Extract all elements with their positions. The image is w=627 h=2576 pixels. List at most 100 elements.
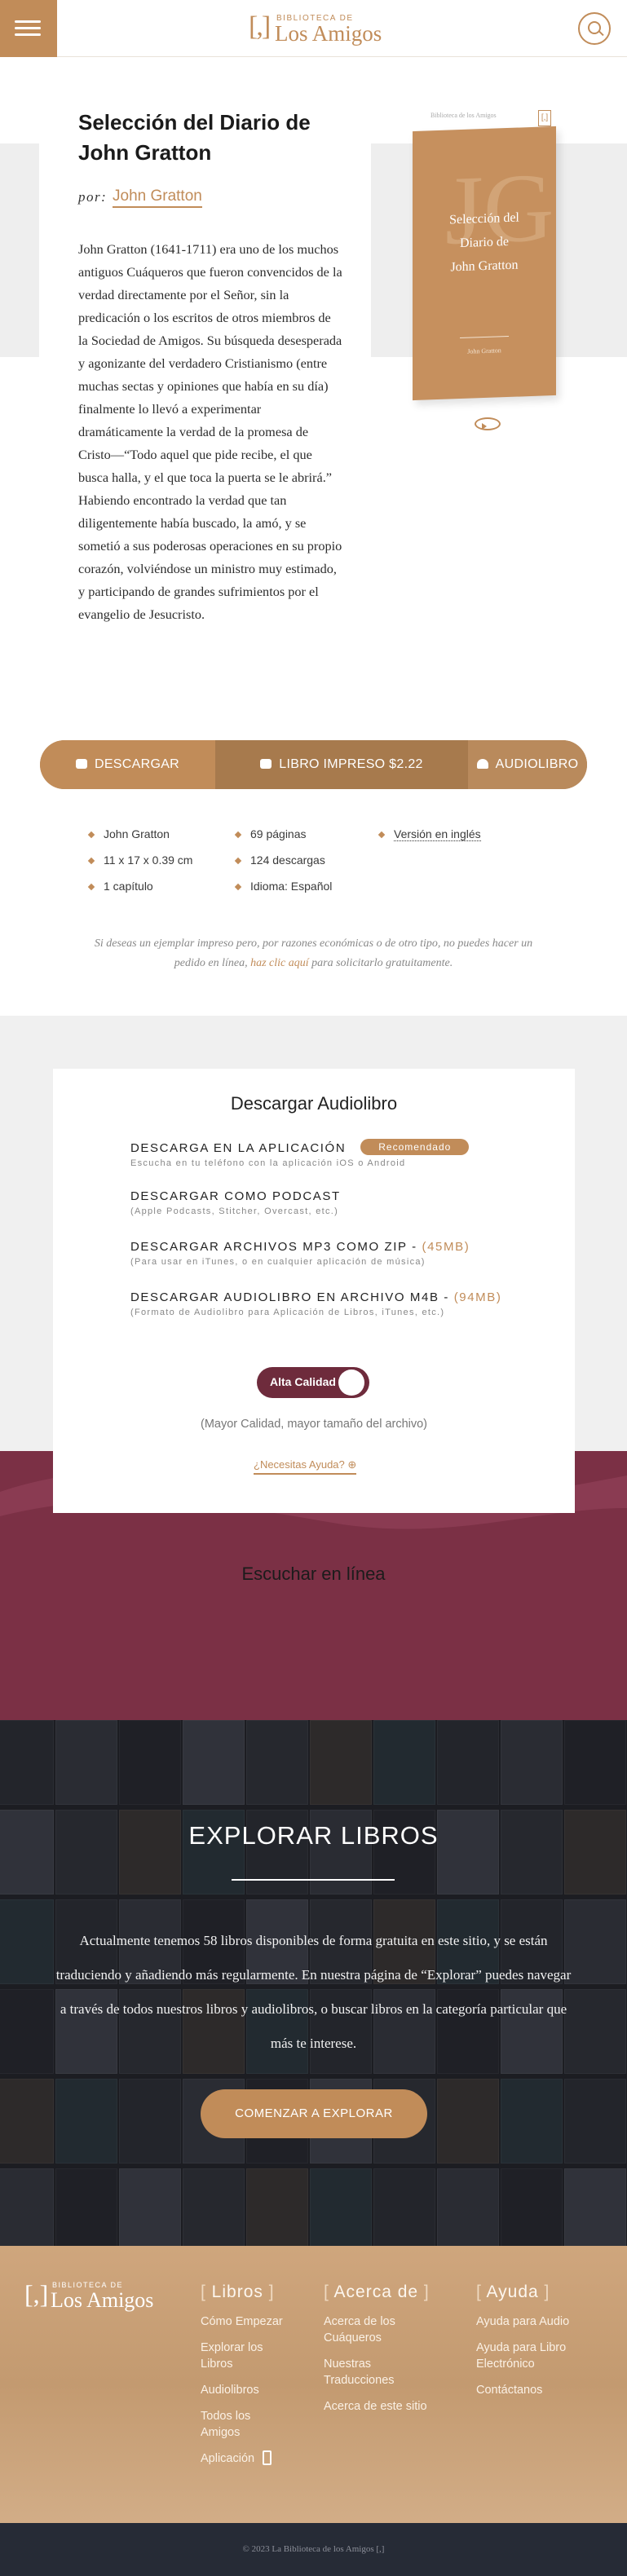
by-label: por: bbox=[78, 189, 108, 205]
option-size: (45MB) bbox=[422, 1240, 470, 1254]
background-band-left bbox=[0, 143, 39, 357]
copyright: © 2023 La Biblioteca de los Amigos [,] bbox=[242, 2544, 385, 2554]
print-label: LIBRO IMPRESO $2.22 bbox=[279, 757, 423, 771]
book-tile bbox=[564, 2168, 626, 2246]
meta-size: 11 x 17 x 0.39 cm bbox=[104, 854, 193, 867]
footer-link[interactable]: Audiolibros bbox=[201, 2382, 307, 2398]
headphones-icon bbox=[476, 759, 488, 769]
quality-toggle[interactable]: Alta Calidad bbox=[257, 1367, 369, 1398]
footer-col-help: [ Ayuda ] Ayuda para Audio Ayuda para Li… bbox=[476, 2283, 598, 2408]
audio-option-app[interactable]: DESCARGA EN LA APLICACIÓN Recomendado Esc… bbox=[130, 1139, 514, 1168]
book-tile bbox=[246, 2168, 308, 2246]
footer-link[interactable]: Acerca de los Cuáqueros bbox=[324, 2314, 446, 2346]
explore-text: Actualmente tenemos 58 libros disponible… bbox=[55, 1933, 572, 2051]
book-cover[interactable]: JG Selección del Diario de John Gratton … bbox=[413, 126, 556, 401]
cloud-icon bbox=[75, 759, 87, 769]
book-tile bbox=[55, 1720, 117, 1805]
cover-author: John Gratton bbox=[467, 346, 501, 355]
toggle-knob bbox=[338, 1370, 364, 1396]
option-label: DESCARGAR COMO PODCAST bbox=[130, 1189, 341, 1203]
cover-divider bbox=[460, 335, 509, 339]
footer-col-about: [ Acerca de ] Acerca de los Cuáqueros Nu… bbox=[324, 2283, 446, 2424]
book-tile bbox=[55, 2168, 117, 2246]
audio-option-mp3-zip[interactable]: DESCARGAR ARCHIVOS MP3 COMO ZIP - (45MB)… bbox=[130, 1240, 514, 1267]
rotate-icon[interactable] bbox=[475, 417, 501, 430]
book-tile bbox=[0, 1899, 54, 1984]
meta-chapters: 1 capítulo bbox=[104, 880, 153, 893]
listen-online-heading[interactable]: Escuchar en línea bbox=[0, 1564, 627, 1585]
meta-author: John Gratton bbox=[104, 827, 170, 840]
book-title: Selección del Diario de John Gratton bbox=[78, 110, 311, 165]
footer-link[interactable]: Ayuda para Audio bbox=[476, 2314, 598, 2330]
download-label: DESCARGAR bbox=[94, 757, 180, 771]
cover-mark: [,] bbox=[538, 110, 551, 126]
footer-logo-mark: [,] bbox=[24, 2279, 49, 2309]
option-label: DESCARGA EN LA APLICACIÓN bbox=[130, 1141, 347, 1155]
quality-note: (Mayor Calidad, mayor tamaño del archivo… bbox=[200, 1418, 428, 1431]
lifebuoy-icon: ⊕ bbox=[347, 1458, 357, 1471]
audio-option-podcast[interactable]: DESCARGAR COMO PODCAST (Apple Podcasts, … bbox=[130, 1189, 514, 1216]
menu-button[interactable] bbox=[0, 0, 57, 57]
explore-divider bbox=[232, 1879, 395, 1881]
book-tile bbox=[119, 1720, 181, 1805]
footer-link[interactable]: Cómo Empezar bbox=[201, 2314, 307, 2330]
footer-link-app[interactable]: Aplicación bbox=[201, 2450, 307, 2467]
footer-link[interactable]: Ayuda para Libro Electrónico bbox=[476, 2340, 598, 2372]
search-icon[interactable] bbox=[578, 12, 611, 45]
footer-link[interactable]: Todos los Amigos bbox=[201, 2408, 274, 2441]
book-tile bbox=[310, 2168, 372, 2246]
footer-logo-name: Los Amigos bbox=[51, 2288, 154, 2312]
footer-link[interactable]: Contáctanos bbox=[476, 2382, 598, 2398]
phone-icon bbox=[263, 2450, 272, 2465]
book-tile bbox=[437, 1720, 499, 1805]
option-size: (94MB) bbox=[453, 1290, 502, 1304]
book-tile bbox=[0, 1720, 54, 1805]
logo-mark: [,] bbox=[249, 11, 271, 42]
start-explore-button[interactable]: COMENZAR A EXPLORAR bbox=[201, 2089, 427, 2138]
cover-title: Selección del Diario de John Gratton bbox=[413, 205, 556, 280]
recommended-badge: Recomendado bbox=[360, 1139, 470, 1155]
print-book-button[interactable]: LIBRO IMPRESO $2.22 bbox=[215, 740, 468, 789]
book-tile bbox=[437, 2168, 499, 2246]
book-icon bbox=[260, 759, 272, 769]
book-tile bbox=[501, 1720, 563, 1805]
footer-heading: Acerca de bbox=[333, 2283, 419, 2301]
book-tile bbox=[310, 1720, 372, 1805]
request-link[interactable]: haz clic aquí bbox=[250, 957, 309, 969]
book-tile bbox=[564, 2079, 626, 2164]
book-tile bbox=[183, 2168, 245, 2246]
author-link[interactable]: John Gratton bbox=[113, 187, 202, 208]
book-tile bbox=[501, 2079, 563, 2164]
book-tile bbox=[183, 1720, 245, 1805]
footer-link[interactable]: Acerca de este sitio bbox=[324, 2398, 446, 2415]
meta-downloads: 124 descargas bbox=[250, 854, 325, 867]
footer-heading: Libros bbox=[211, 2283, 263, 2301]
english-version-link[interactable]: Versión en inglés bbox=[394, 827, 481, 841]
footer-link[interactable]: Explorar los Libros bbox=[201, 2340, 282, 2372]
option-subtext: Escucha en tu teléfono con la aplicación… bbox=[130, 1158, 406, 1168]
audio-download-card: Descargar Audiolibro DESCARGA EN LA APLI… bbox=[53, 1069, 575, 1513]
download-button[interactable]: DESCARGAR bbox=[40, 740, 215, 789]
footer-logo[interactable]: [,] BIBLIOTECA DE Los Amigos bbox=[24, 2281, 171, 2314]
cover-title-line: John Gratton bbox=[450, 258, 519, 275]
audio-option-m4b[interactable]: DESCARGAR AUDIOLIBRO EN ARCHIVO M4B - (9… bbox=[130, 1290, 514, 1317]
book-tile bbox=[246, 1720, 308, 1805]
audiobook-button[interactable]: AUDIOLIBRO bbox=[468, 740, 587, 789]
book-tile bbox=[373, 2168, 435, 2246]
help-link[interactable]: ¿Necesitas Ayuda? ⊕ bbox=[254, 1458, 357, 1475]
book-tile bbox=[437, 2079, 499, 2164]
book-tile bbox=[373, 1720, 435, 1805]
footer-heading: Ayuda bbox=[486, 2283, 539, 2301]
book-tile bbox=[119, 2168, 181, 2246]
explore-title: EXPLORAR LIBROS bbox=[188, 1821, 439, 1850]
option-label: DESCARGAR AUDIOLIBRO EN ARCHIVO M4B - bbox=[130, 1290, 454, 1304]
book-tile bbox=[0, 2168, 54, 2246]
logo-name: Los Amigos bbox=[275, 21, 382, 46]
audio-card-title: Descargar Audiolibro bbox=[230, 1093, 398, 1114]
site-logo[interactable]: [,] BIBLIOTECA DE Los Amigos bbox=[249, 11, 404, 47]
print-request-note: Si deseas un ejemplar impreso pero, por … bbox=[82, 934, 545, 973]
footer-link[interactable]: Nuestras Traducciones bbox=[324, 2356, 413, 2389]
book-description: John Gratton (1641-1711) era uno de los … bbox=[78, 241, 342, 622]
option-subtext: (Apple Podcasts, Stitcher, Overcast, etc… bbox=[130, 1206, 339, 1216]
footer-link-label: Aplicación bbox=[201, 2452, 255, 2465]
